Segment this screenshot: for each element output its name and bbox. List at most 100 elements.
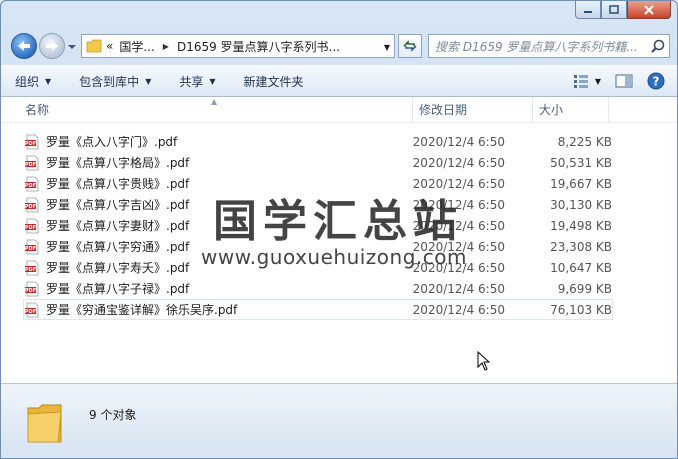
file-date: 2020/12/4 6:50 xyxy=(412,134,505,149)
svg-text:PDF: PDF xyxy=(25,267,36,273)
svg-text:?: ? xyxy=(653,75,660,89)
file-name: 罗量《点算八字贵贱》.pdf xyxy=(46,177,190,191)
column-name[interactable]: 名称 ▲ xyxy=(1,97,413,123)
chevron-down-icon: ▼ xyxy=(45,76,52,86)
chevron-down-icon: ▼ xyxy=(209,76,216,86)
file-row[interactable]: PDF 罗量《点算八字格局》.pdf 2020/12/4 6:50 50,531 KB xyxy=(23,152,613,173)
svg-text:PDF: PDF xyxy=(25,141,36,147)
column-size-label: 大小 xyxy=(539,103,564,117)
breadcrumb: « 国学... ▶ D1659 罗量点算八字系列书... xyxy=(106,38,340,55)
file-date: 2020/12/4 6:50 xyxy=(412,281,505,296)
file-size: 30,130 KB xyxy=(550,197,612,212)
breadcrumb-separator-icon[interactable]: ▶ xyxy=(163,42,169,51)
organize-label: 组织 xyxy=(15,74,40,89)
svg-text:PDF: PDF xyxy=(25,183,36,189)
share-label: 共享 xyxy=(179,74,204,89)
search-placeholder: 搜索 D1659 罗量点算八字系列书籍... xyxy=(435,39,638,54)
breadcrumb-item-guoxue[interactable]: 国学... xyxy=(119,38,154,55)
file-name: 罗量《点算八字吉凶》.pdf xyxy=(46,198,190,212)
svg-text:PDF: PDF xyxy=(25,246,36,252)
mouse-cursor-icon xyxy=(477,351,491,371)
organize-button[interactable]: 组织 ▼ xyxy=(15,73,51,90)
file-size: 9,699 KB xyxy=(557,281,612,296)
include-in-library-button[interactable]: 包含到库中 ▼ xyxy=(79,73,151,90)
caption-buttons xyxy=(575,1,671,19)
file-name-cell: PDF 罗量《点入八字门》.pdf xyxy=(24,133,413,150)
file-size: 19,498 KB xyxy=(550,218,612,233)
breadcrumb-item-current[interactable]: D1659 罗量点算八字系列书... xyxy=(177,38,340,55)
pdf-file-icon: PDF xyxy=(25,281,39,296)
new-folder-label: 新建文件夹 xyxy=(243,74,304,89)
file-name: 罗量《点算八字格局》.pdf xyxy=(46,156,190,170)
item-count: 9 个对象 xyxy=(89,408,137,422)
breadcrumb-overflow[interactable]: « xyxy=(106,39,113,53)
command-bar-right: ▼ ? xyxy=(559,72,665,90)
search-icon[interactable] xyxy=(647,39,669,53)
forward-arrow-icon xyxy=(46,41,58,51)
views-icon xyxy=(573,75,588,88)
column-header: 名称 ▲ 修改日期 大小 xyxy=(1,97,677,123)
file-date: 2020/12/4 6:50 xyxy=(412,155,505,170)
file-name-cell: PDF 罗量《点算八字格局》.pdf xyxy=(24,154,413,171)
pdf-file-icon: PDF xyxy=(25,218,39,233)
help-icon: ? xyxy=(647,72,665,90)
include-in-library-label: 包含到库中 xyxy=(79,74,140,89)
back-button[interactable] xyxy=(11,33,37,59)
file-row[interactable]: PDF 罗量《穷通宝鉴详解》徐乐吴序.pdf 2020/12/4 6:50 76,10… xyxy=(23,299,613,320)
file-date: 2020/12/4 6:50 xyxy=(412,302,505,317)
pdf-file-icon: PDF xyxy=(25,239,39,254)
close-button[interactable] xyxy=(627,1,671,19)
file-size: 50,531 KB xyxy=(550,155,612,170)
file-size: 10,647 KB xyxy=(550,260,612,275)
svg-text:PDF: PDF xyxy=(25,162,36,168)
share-button[interactable]: 共享 ▼ xyxy=(179,73,215,90)
watermark-title: 国学汇总站 xyxy=(213,196,463,247)
file-size: 23,308 KB xyxy=(550,239,612,254)
file-name-cell: PDF 罗量《点算八字子禄》.pdf xyxy=(24,280,413,297)
column-date-label: 修改日期 xyxy=(419,103,468,117)
pdf-file-icon: PDF xyxy=(25,302,39,317)
preview-pane-button[interactable] xyxy=(615,74,633,88)
file-list-pane[interactable]: 名称 ▲ 修改日期 大小 PDF 罗量《点入八字门》.pdf 2020/12/4 6… xyxy=(1,97,677,383)
search-input[interactable]: 搜索 D1659 罗量点算八字系列书籍... xyxy=(428,34,670,58)
command-bar: 组织 ▼ 包含到库中 ▼ 共享 ▼ 新建文件夹 ▼ ? xyxy=(1,65,677,97)
pdf-file-icon: PDF xyxy=(25,155,39,170)
minimize-button[interactable] xyxy=(575,1,601,19)
file-name: 罗量《点算八字子禄》.pdf xyxy=(46,282,190,296)
column-date[interactable]: 修改日期 xyxy=(413,97,533,123)
forward-button[interactable] xyxy=(39,33,65,59)
pdf-file-icon: PDF xyxy=(25,260,39,275)
column-size[interactable]: 大小 xyxy=(533,97,609,123)
file-name: 罗量《点算八字穷通》.pdf xyxy=(46,240,190,254)
svg-text:PDF: PDF xyxy=(25,288,36,294)
new-folder-button[interactable]: 新建文件夹 xyxy=(244,73,304,90)
pdf-file-icon: PDF xyxy=(25,197,39,212)
help-button[interactable]: ? xyxy=(647,72,665,90)
file-name: 罗量《穷通宝鉴详解》徐乐吴序.pdf xyxy=(46,303,238,317)
address-bar[interactable]: « 国学... ▶ D1659 罗量点算八字系列书... ▼ xyxy=(81,34,395,58)
file-name: 罗量《点入八字门》.pdf xyxy=(46,135,178,149)
svg-text:PDF: PDF xyxy=(25,309,36,315)
maximize-button[interactable] xyxy=(601,1,627,19)
minimize-icon xyxy=(584,10,592,13)
file-size: 19,667 KB xyxy=(550,176,612,191)
file-size: 76,103 KB xyxy=(550,302,612,317)
maximize-icon xyxy=(609,5,619,14)
close-icon xyxy=(644,4,654,15)
file-name-cell: PDF 罗量《穷通宝鉴详解》徐乐吴序.pdf xyxy=(24,301,413,318)
file-row[interactable]: PDF 罗量《点算八字子禄》.pdf 2020/12/4 6:50 9,699 KB xyxy=(23,278,613,299)
file-row[interactable]: PDF 罗量《点入八字门》.pdf 2020/12/4 6:50 8,225 KB xyxy=(23,131,613,152)
file-name: 罗量《点算八字寿夭》.pdf xyxy=(46,261,190,275)
refresh-icon xyxy=(403,40,417,52)
refresh-button[interactable] xyxy=(398,34,422,58)
svg-text:PDF: PDF xyxy=(25,204,36,210)
address-dropdown-icon[interactable]: ▼ xyxy=(384,43,390,52)
address-row: « 国学... ▶ D1659 罗量点算八字系列书... ▼ 搜索 D1659 … xyxy=(1,31,677,61)
folder-icon xyxy=(86,39,102,53)
file-size: 8,225 KB xyxy=(557,134,612,149)
preview-pane-icon xyxy=(615,74,633,88)
recent-pages-chevron-down-icon[interactable] xyxy=(67,42,77,52)
views-button[interactable]: ▼ xyxy=(573,74,601,88)
svg-text:PDF: PDF xyxy=(25,225,36,231)
details-pane: 9 个对象 xyxy=(1,383,677,458)
